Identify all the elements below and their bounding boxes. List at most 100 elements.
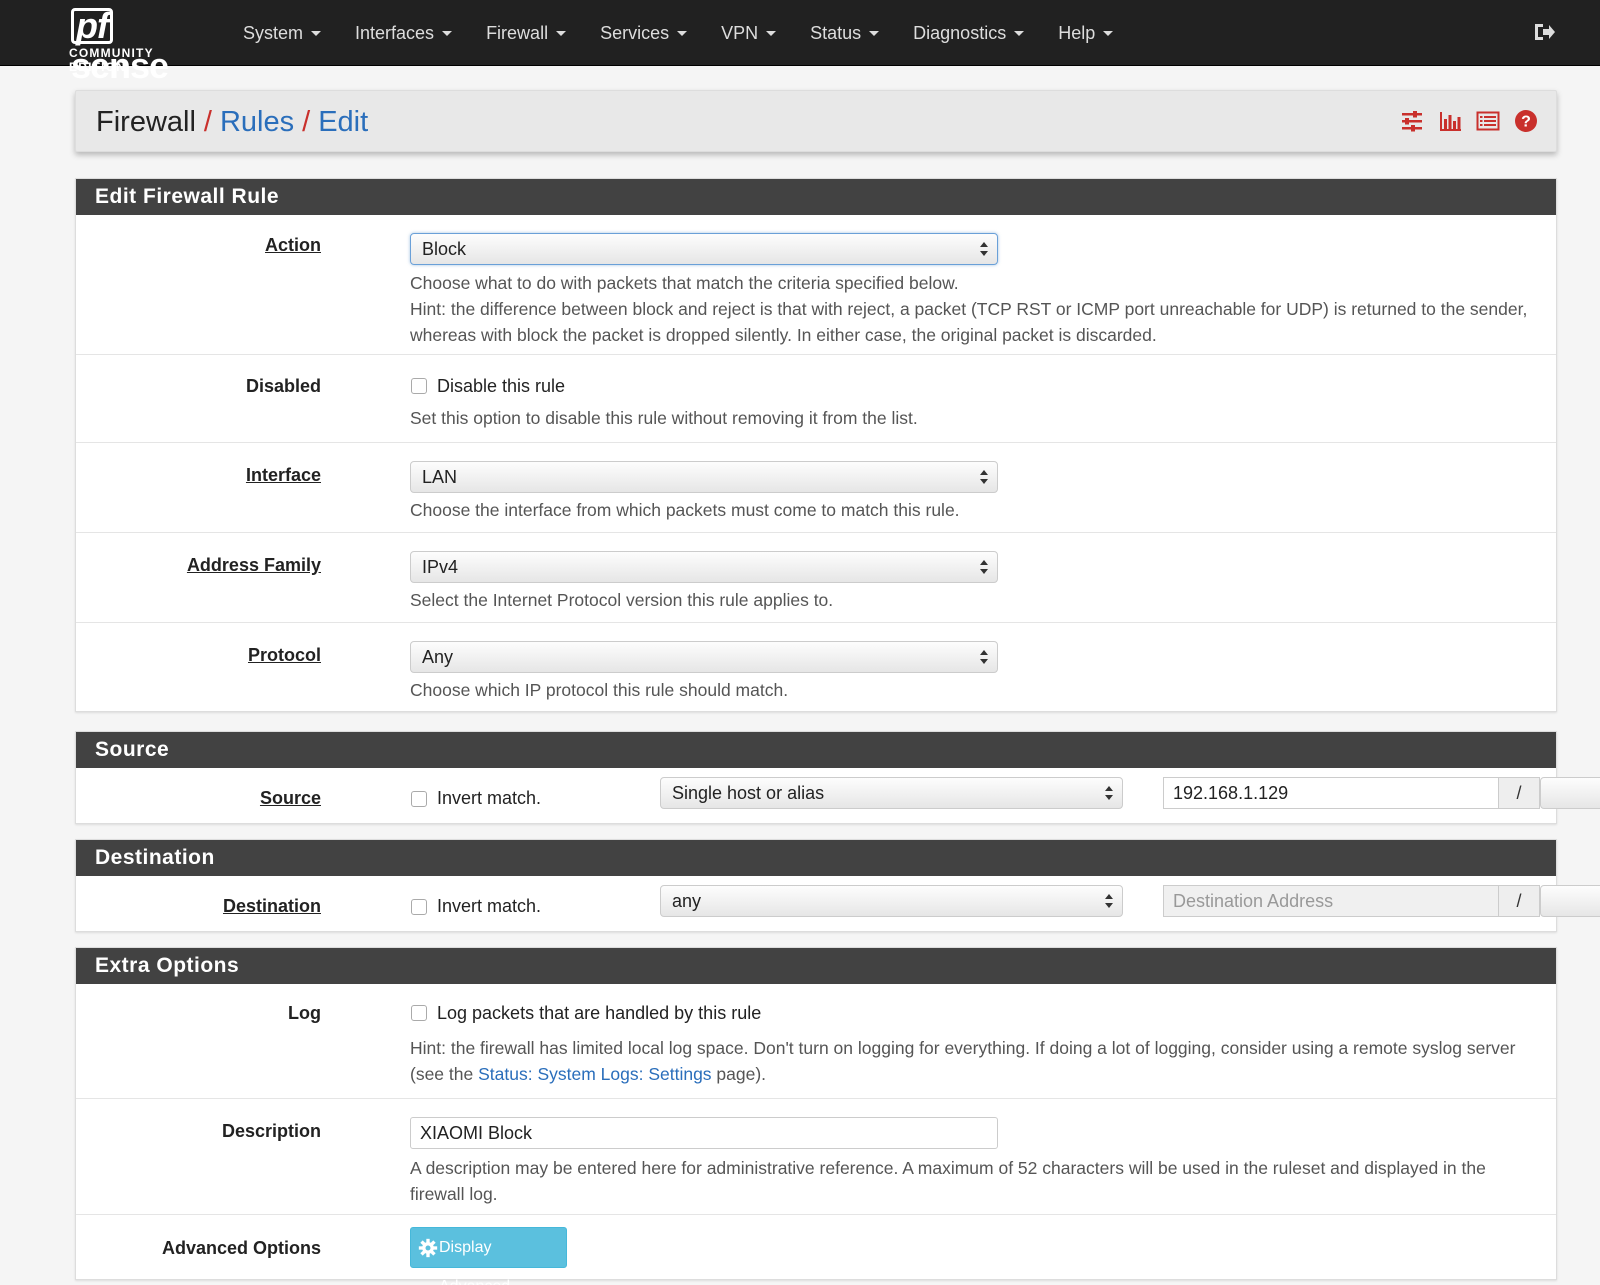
destination-invert-checkbox[interactable] [411, 899, 427, 915]
nav-help-label: Help [1058, 22, 1096, 43]
protocol-row: Protocol Any Choose which IP protocol th… [76, 623, 1556, 711]
sign-out-icon[interactable] [1532, 20, 1556, 44]
description-help: A description may be entered here for ad… [410, 1158, 1486, 1204]
caret-down-icon [869, 30, 880, 36]
disable-rule-checkbox[interactable] [411, 378, 427, 394]
caret-down-icon [442, 30, 453, 36]
interface-row: Interface LAN Choose the interface from … [76, 443, 1556, 533]
action-label[interactable]: Action [265, 235, 321, 256]
breadcrumb-rules-link[interactable]: Rules [220, 106, 294, 138]
nav-vpn-label: VPN [721, 22, 759, 43]
nav-interfaces[interactable]: Interfaces [338, 0, 469, 66]
select-arrows-icon [980, 560, 988, 574]
top-navbar: pfsense COMMUNITY EDITION System Interfa… [0, 0, 1600, 86]
source-address-input[interactable]: 192.168.1.129 [1163, 777, 1499, 809]
sliders-icon[interactable] [1400, 109, 1424, 133]
breadcrumb-bar: Firewall / Rules / Edit ? [75, 90, 1557, 152]
action-select-value: Block [422, 239, 467, 259]
list-log-icon[interactable] [1476, 109, 1500, 133]
select-arrows-icon [980, 242, 988, 256]
nav-status[interactable]: Status [793, 0, 896, 66]
breadcrumb-edit-link[interactable]: Edit [318, 106, 368, 138]
breadcrumb-icons: ? [1400, 109, 1538, 133]
display-advanced-button[interactable]: Display Advanced [410, 1227, 567, 1285]
breadcrumb: Firewall / Rules / Edit [96, 104, 368, 140]
destination-label[interactable]: Destination [223, 896, 321, 917]
log-label: Log [288, 1003, 321, 1023]
advanced-options-label: Advanced Options [161, 1238, 321, 1258]
interface-select-value: LAN [422, 467, 458, 487]
select-arrows-icon [1105, 786, 1113, 800]
pfsense-logo[interactable]: pfsense COMMUNITY EDITION [68, 6, 208, 86]
nav-services[interactable]: Services [583, 0, 704, 66]
action-hint-text: Hint: the difference between block and r… [410, 299, 1528, 345]
nav-system[interactable]: System [226, 0, 338, 66]
disable-rule-checkbox-label[interactable]: Disable this rule [437, 376, 565, 397]
breadcrumb-firewall: Firewall [96, 106, 196, 138]
address-family-select-value: IPv4 [422, 557, 459, 577]
address-family-label[interactable]: Address Family [187, 555, 321, 576]
log-hint-end: page). [711, 1064, 767, 1084]
description-input[interactable]: XIAOMI Block [410, 1117, 998, 1149]
destination-address-input[interactable]: Destination Address [1163, 885, 1499, 917]
log-row: Log Log packets that are handled by this… [76, 984, 1556, 1099]
caret-down-icon [677, 30, 688, 36]
svg-text:?: ? [1521, 114, 1531, 131]
action-select[interactable]: Block [410, 233, 998, 265]
address-family-select[interactable]: IPv4 [410, 551, 998, 583]
action-row: Action Block Choose what to do with pack… [76, 215, 1556, 355]
disabled-label: Disabled [245, 376, 321, 396]
edit-rule-panel: Edit Firewall Rule Action Block Choose w… [75, 178, 1557, 712]
nav-firewall-label: Firewall [486, 22, 549, 43]
disabled-help: Set this option to disable this rule wit… [410, 408, 918, 428]
nav-diagnostics-label: Diagnostics [913, 22, 1007, 43]
panel-title: Source [76, 732, 1556, 768]
breadcrumb-separator: / [203, 106, 212, 138]
panel-title: Destination [76, 840, 1556, 876]
question-circle-icon[interactable]: ? [1514, 109, 1538, 133]
disabled-row: Disabled Disable this rule Set this opti… [76, 355, 1556, 443]
logo-pf-text: pf [71, 8, 113, 44]
interface-help: Choose the interface from which packets … [410, 500, 960, 520]
destination-type-select[interactable]: any [660, 885, 1123, 917]
action-help: Choose what to do with packets that matc… [410, 270, 1540, 348]
bar-chart-icon[interactable] [1438, 109, 1462, 133]
nav-diagnostics[interactable]: Diagnostics [896, 0, 1041, 66]
destination-type-value: any [672, 891, 702, 911]
protocol-label[interactable]: Protocol [248, 645, 321, 666]
syslog-settings-link[interactable]: Status: System Logs: Settings [478, 1064, 711, 1084]
caret-down-icon [766, 30, 777, 36]
interface-label[interactable]: Interface [246, 465, 321, 486]
destination-invert-label[interactable]: Invert match. [437, 896, 541, 917]
protocol-select[interactable]: Any [410, 641, 998, 673]
nav-system-label: System [243, 22, 304, 43]
extra-options-panel: Extra Options Log Log packets that are h… [75, 947, 1557, 1285]
caret-down-icon [311, 30, 322, 36]
source-invert-label[interactable]: Invert match. [437, 788, 541, 809]
source-panel: Source Source Invert match. Single host … [75, 731, 1600, 824]
nav-help[interactable]: Help [1041, 0, 1130, 66]
nav-menu: System Interfaces Firewall Services VPN … [226, 0, 1130, 66]
protocol-select-value: Any [422, 647, 454, 667]
source-mask-slash: / [1498, 777, 1540, 809]
action-help-text: Choose what to do with packets that matc… [410, 273, 959, 293]
nav-interfaces-label: Interfaces [355, 22, 435, 43]
source-label[interactable]: Source [260, 788, 321, 809]
destination-mask-select[interactable] [1540, 885, 1600, 917]
source-invert-checkbox[interactable] [411, 791, 427, 807]
protocol-help: Choose which IP protocol this rule shoul… [410, 680, 789, 700]
log-packets-label[interactable]: Log packets that are handled by this rul… [437, 1003, 761, 1024]
description-row: Description XIAOMI Block A description m… [76, 1099, 1556, 1215]
destination-row: Destination Invert match. any Destinatio… [76, 876, 1600, 931]
interface-select[interactable]: LAN [410, 461, 998, 493]
nav-firewall[interactable]: Firewall [469, 0, 583, 66]
destination-mask-slash: / [1498, 885, 1540, 917]
source-type-select[interactable]: Single host or alias [660, 777, 1123, 809]
source-type-value: Single host or alias [672, 783, 825, 803]
nav-vpn[interactable]: VPN [704, 0, 793, 66]
log-packets-checkbox[interactable] [411, 1005, 427, 1021]
panel-title: Edit Firewall Rule [76, 179, 1556, 215]
address-family-help: Select the Internet Protocol version thi… [410, 590, 834, 610]
description-label: Description [221, 1121, 321, 1141]
source-mask-select[interactable] [1540, 777, 1600, 809]
